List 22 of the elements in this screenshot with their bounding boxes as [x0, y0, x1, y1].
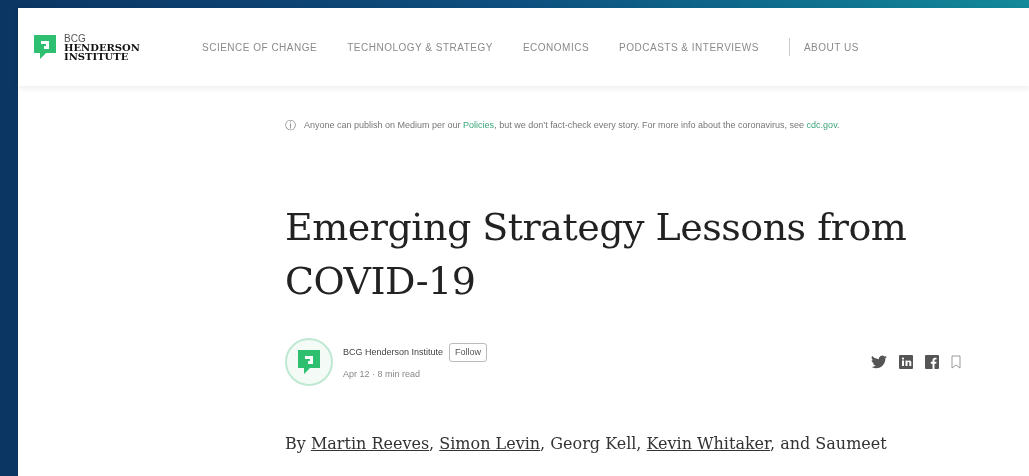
notice-text: Anyone can publish on Medium per our Policies, but we don’t fact-check every story. For more info about the coronavirus, see cdc.gov. — [304, 119, 840, 132]
logo-wordmark[interactable]: BCG HENDERSON INSTITUTE — [64, 33, 140, 61]
bird-icon[interactable] — [871, 355, 887, 369]
speech-bubble-logo-icon — [32, 33, 58, 61]
post-meta: Apr 12 · 8 min read — [343, 368, 422, 381]
byline-text: By Martin Reeves, Simon Levin, Georg Kell, Kevin Whitaker, and Saumeet — [285, 433, 888, 455]
nav-link[interactable]: TECHNOLOGY & STRATEGY — [347, 39, 493, 55]
article-title: Emerging Strategy Lessons from COVID-19 — [285, 204, 908, 305]
facebook-icon[interactable] — [925, 355, 939, 369]
follow-button[interactable]: Follow — [449, 342, 488, 362]
text-link[interactable]: Martin Reeves — [310, 434, 430, 453]
text-link[interactable]: cdc.gov — [806, 120, 837, 130]
nav-link[interactable]: ECONOMICS — [522, 39, 590, 55]
nav-link[interactable]: SCIENCE OF CHANGE — [202, 39, 318, 55]
info-icon: ⓘ — [285, 116, 296, 134]
text-link[interactable]: Simon Levin — [439, 434, 541, 453]
author-name[interactable]: BCG Henderson Institute — [343, 345, 444, 359]
text-link[interactable]: Kevin Whitaker — [646, 434, 770, 453]
speech-bubble-logo-icon — [296, 348, 322, 376]
linkedin-icon[interactable] — [899, 355, 913, 369]
nav-link[interactable]: PODCASTS & INTERVIEWS — [619, 39, 759, 55]
nav-link[interactable]: ABOUT US — [803, 39, 859, 55]
